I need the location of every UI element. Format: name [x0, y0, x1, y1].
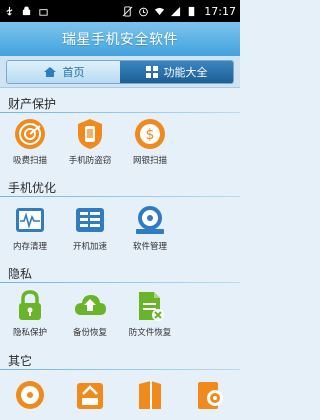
signal-icon — [171, 6, 181, 16]
section-divider — [0, 282, 240, 283]
android-debug-icon — [22, 5, 31, 15]
usb-icon — [6, 6, 13, 16]
folder-icon — [139, 381, 161, 409]
grid-icon — [145, 66, 158, 78]
phone-shield-icon — [78, 119, 102, 149]
svg-text:$: $ — [146, 127, 155, 143]
feature-label: 隐私保护 — [12, 328, 47, 338]
cloud-backup-icon — [75, 295, 106, 315]
tab-home[interactable]: 首页 — [7, 61, 120, 83]
feature-bank-scan[interactable]: $ 网银扫描 — [120, 117, 180, 166]
feature-label: 吸费扫描 — [12, 156, 47, 166]
lock-icon — [19, 290, 41, 320]
software-disc-icon — [136, 206, 164, 234]
section-divider — [0, 369, 240, 370]
feature-phone-antitheft[interactable]: 手机防盗窃 — [60, 117, 120, 166]
feature-other-2[interactable] — [60, 378, 120, 412]
feature-label: 内存清理 — [12, 242, 47, 252]
section-title-property: 财产保护 — [8, 97, 57, 111]
tab-all-features-label: 功能大全 — [163, 66, 208, 79]
alarm-icon — [139, 7, 149, 16]
section-title-optimize: 手机优化 — [8, 181, 57, 195]
storage-icon — [77, 383, 103, 409]
feature-label: 防文件恢复 — [128, 328, 172, 338]
section-title-privacy: 隐私 — [8, 267, 33, 281]
section-divider — [0, 196, 240, 197]
mute-icon — [122, 5, 133, 17]
radar-icon — [15, 119, 45, 149]
tab-bar: 首页 功能大全 — [0, 56, 240, 88]
feature-boot-speed[interactable]: 开机加速 — [60, 203, 120, 252]
memory-monitor-icon — [16, 208, 44, 232]
status-bar: 17:17 — [0, 0, 240, 22]
feature-label: 开机加速 — [72, 242, 107, 252]
feature-other-3[interactable] — [120, 378, 180, 412]
tab-all-features[interactable]: 功能大全 — [120, 61, 233, 83]
boot-speed-icon — [76, 208, 104, 232]
clock-time: 17:17 — [204, 4, 236, 18]
tab-home-label: 首页 — [62, 66, 85, 79]
section-divider — [0, 112, 240, 113]
feature-backup-restore[interactable]: 备份恢复 — [60, 289, 120, 338]
battery-icon — [189, 6, 195, 16]
bank-scan-icon: $ — [135, 119, 165, 149]
app-header: 瑞星手机安全软件 — [0, 22, 240, 56]
feature-list[interactable]: 财产保护 吸费扫描 手机防盗窃 $ 网银扫描 手机优化 内存清理 开机加速 软件… — [0, 89, 240, 420]
contacts-gear-icon — [198, 382, 223, 409]
feature-other-1[interactable] — [0, 378, 60, 412]
feature-label: 网银扫描 — [132, 156, 167, 166]
home-icon — [43, 67, 56, 77]
feature-anti-file-recovery[interactable]: 防文件恢复 — [120, 289, 180, 338]
section-title-other: 其它 — [8, 354, 33, 368]
feature-other-4[interactable] — [180, 378, 240, 412]
feature-privacy-protect[interactable]: 隐私保护 — [0, 289, 60, 338]
feature-memory-clean[interactable]: 内存清理 — [0, 203, 60, 252]
feature-label: 手机防盗窃 — [68, 156, 112, 166]
feature-software-manage[interactable]: 软件管理 — [120, 203, 180, 252]
disc-icon — [16, 381, 44, 409]
app-title: 瑞星手机安全软件 — [62, 32, 178, 48]
feature-label: 软件管理 — [132, 242, 167, 252]
feature-fee-scan[interactable]: 吸费扫描 — [0, 117, 60, 166]
file-shred-icon — [139, 292, 164, 321]
notification-icon — [39, 8, 48, 16]
wifi-icon — [155, 7, 165, 15]
feature-label: 备份恢复 — [72, 328, 107, 338]
